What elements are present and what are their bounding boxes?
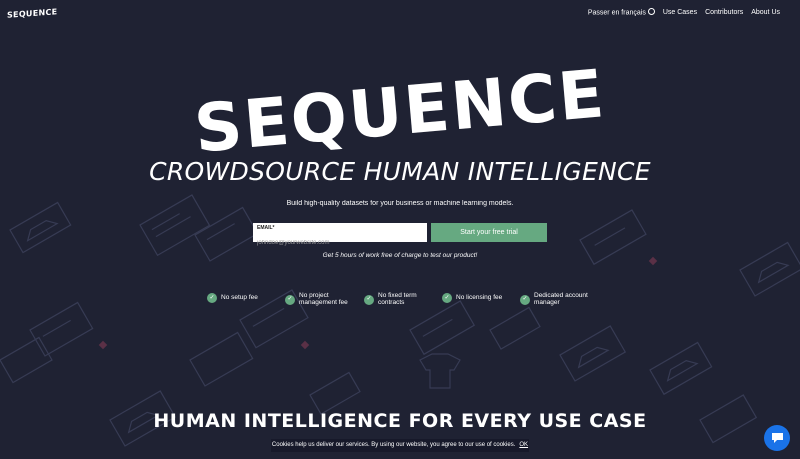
email-field[interactable]: EMAIL* [253,223,427,246]
cookie-text: Cookies help us deliver our services. By… [271,442,516,448]
feature-label: No setup fee [221,293,258,302]
chat-bubble-icon [771,433,783,443]
email-input[interactable] [257,240,423,246]
hero-tagline: Build high-quality datasets for your bus… [286,200,514,207]
free-trial-note: Get 5 hours of work free of charge to te… [322,252,478,259]
feature-label: No licensing fee [456,293,503,302]
feature-label-line2: contracts [378,298,405,306]
check-icon: ✓ [285,294,295,305]
top-nav: Passer en français Use Cases Contributor… [587,8,780,17]
feature-item: ✓ No fixed term contracts [364,292,417,306]
start-free-trial-button[interactable]: Start your free trial [431,223,547,242]
use-case-section-title: HUMAN INTELLIGENCE FOR EVERY USE CASE [153,410,647,432]
check-icon: ✓ [442,293,452,303]
feature-item: ✓ No setup fee [207,293,258,303]
nav-about-us-link[interactable]: About Us [751,9,780,16]
feature-label-line1: No setup fee [221,293,258,301]
feature-item: ✓ No project management fee [285,292,348,306]
email-label: EMAIL* [257,225,275,231]
feature-item: ✓ Dedicated account manager [520,292,588,306]
nav-contributors-link[interactable]: Contributors [705,9,743,16]
nav-language-link[interactable]: Passer en français [587,8,655,17]
feature-label-line1: No licensing fee [456,293,503,301]
feature-label-line2: management fee [299,298,348,306]
globe-icon [647,8,655,15]
feature-label: No project management fee [299,292,348,306]
hero-subtitle: CROWDSOURCE HUMAN INTELLIGENCE [149,157,651,186]
check-icon: ✓ [520,294,530,305]
nav-use-cases-link[interactable]: Use Cases [663,9,697,16]
cookie-ok-button[interactable]: OK [519,442,528,448]
check-icon: ✓ [207,293,217,303]
cookie-banner: Cookies help us deliver our services. By… [271,439,529,452]
feature-label-line2: manager [534,298,560,306]
check-icon: ✓ [364,294,374,305]
feature-item: ✓ No licensing fee [442,293,502,303]
feature-label: Dedicated account manager [534,292,588,306]
feature-label: No fixed term contracts [378,292,417,306]
nav-language-label: Passer en français [587,9,646,17]
chat-launcher-button[interactable] [764,425,790,451]
